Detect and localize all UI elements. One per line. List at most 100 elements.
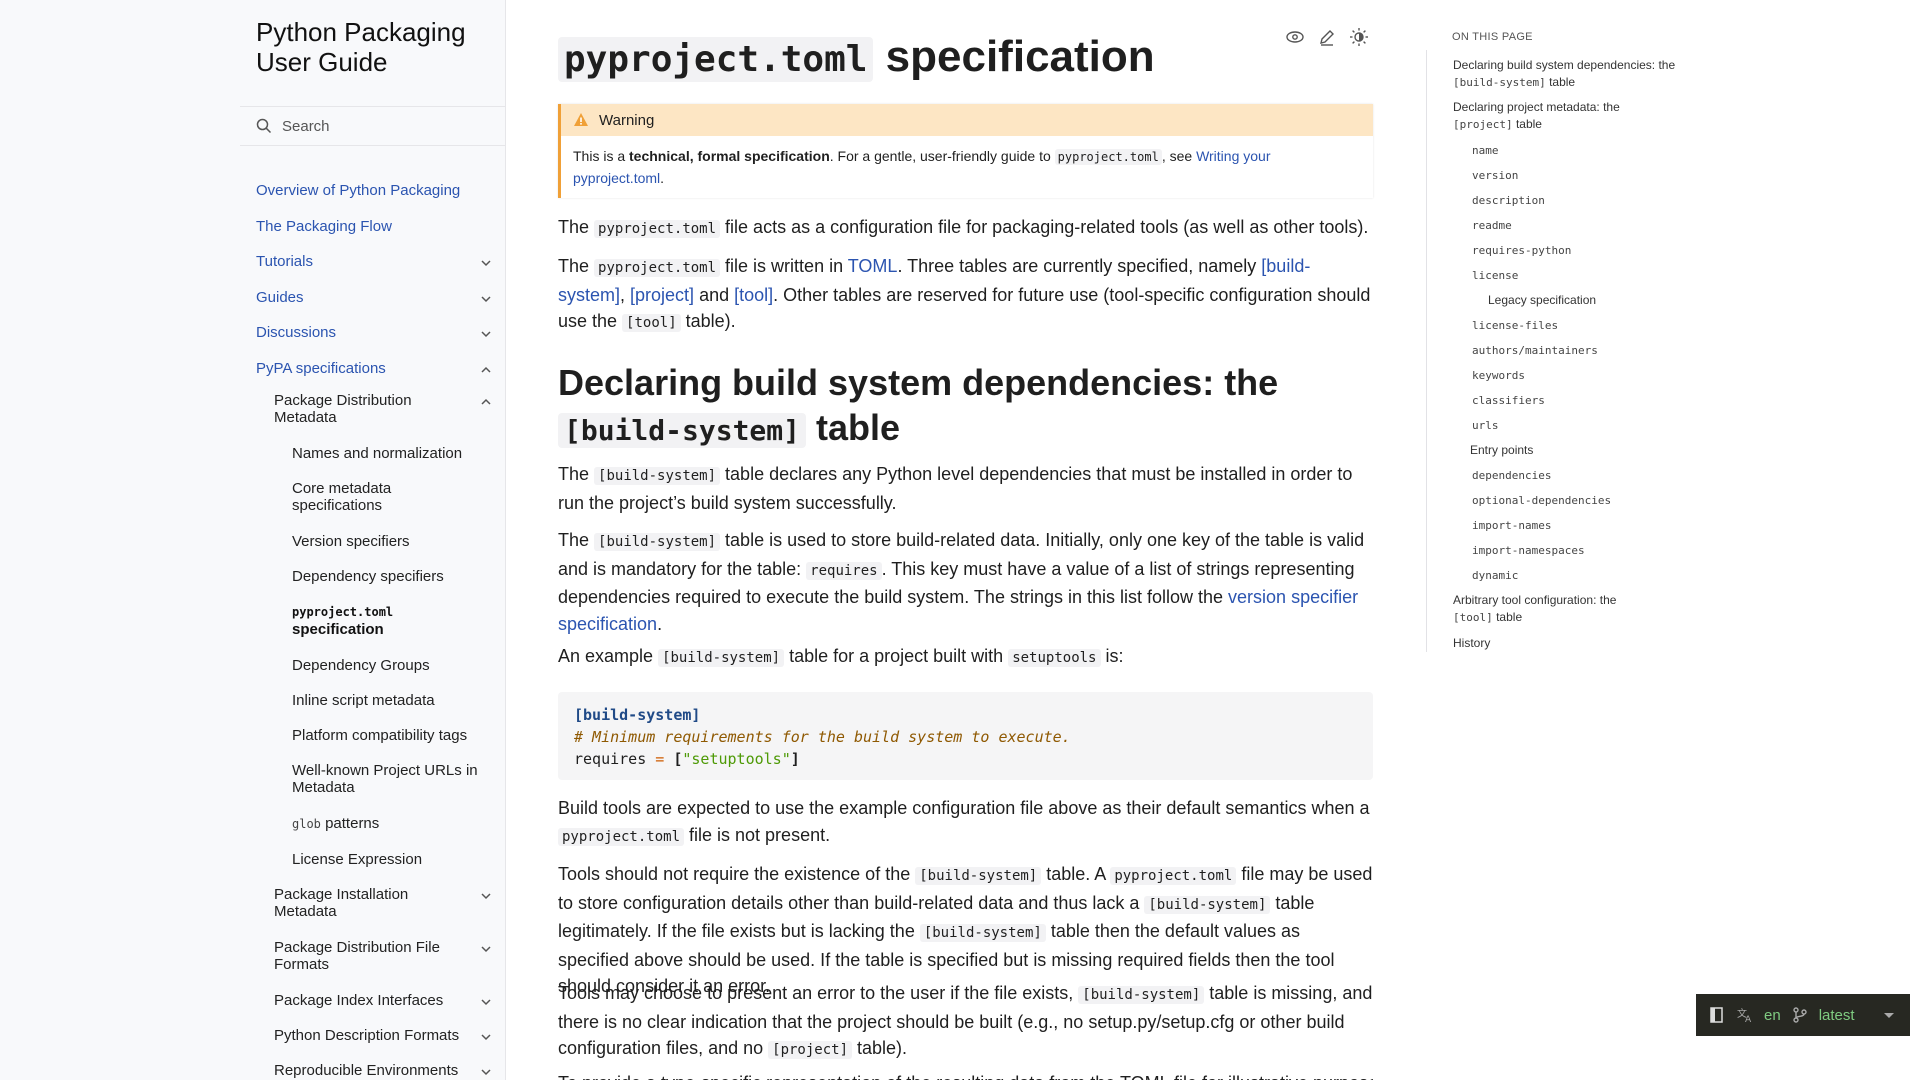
search-placeholder: Search [282, 117, 330, 135]
sidebar-item-version-specifiers[interactable]: Version specifiers [292, 533, 410, 550]
sidebar-item-names-normalization[interactable]: Names and normalization [292, 445, 482, 462]
caret-down-icon[interactable] [1880, 1006, 1898, 1024]
paragraph: To provide a type-specific representatio… [558, 1070, 1373, 1080]
sidebar-item-dependency-groups[interactable]: Dependency Groups [292, 657, 430, 674]
toc-item-import-namespaces[interactable]: import-namespaces [1472, 542, 1702, 559]
toc-item-dependencies[interactable]: dependencies [1472, 467, 1702, 484]
tool-link[interactable]: [tool] [734, 285, 773, 305]
chevron-down-icon[interactable] [480, 996, 492, 1008]
chevron-up-icon[interactable] [480, 364, 492, 376]
toc-item-optional-dependencies[interactable]: optional-dependencies [1472, 492, 1702, 509]
sidebar-item-pypa-specifications[interactable]: PyPA specifications [256, 360, 386, 377]
toc-code: [build-system] [1453, 76, 1546, 89]
toc-item-entry-points[interactable]: Entry points [1470, 442, 1700, 459]
code-operator: = [655, 750, 665, 768]
sidebar-item-project-urls[interactable]: Well-known Project URLs in Metadata [292, 762, 492, 796]
search-input[interactable]: Search [240, 106, 505, 146]
inline-code: [build-system] [1144, 895, 1271, 914]
project-link[interactable]: [project] [630, 285, 694, 305]
sidebar-item-distribution-file-formats[interactable]: Package Distribution File Formats [274, 939, 454, 973]
sidebar-item-license-expression[interactable]: License Expression [292, 851, 422, 868]
toc-item-legacy-specification[interactable]: Legacy specification [1488, 292, 1718, 309]
toc-item-version[interactable]: version [1472, 167, 1702, 184]
sidebar-item-package-index-interfaces[interactable]: Package Index Interfaces [274, 992, 443, 1009]
chevron-down-icon[interactable] [480, 943, 492, 955]
page-title-text: specification [885, 32, 1155, 81]
toc-item-name[interactable]: name [1472, 142, 1702, 159]
toc-code: version [1472, 169, 1519, 182]
text: , [620, 284, 631, 305]
section-heading-code: [build-system] [558, 413, 807, 448]
warning-title: Warning [599, 111, 655, 129]
paragraph: The [build-system] table is used to stor… [558, 527, 1373, 637]
edit-icon[interactable] [1316, 26, 1338, 48]
version-flyout[interactable]: 文A en latest [1696, 994, 1910, 1036]
sidebar-item-label: The Packaging Flow [256, 218, 392, 235]
toc-item-urls[interactable]: urls [1472, 417, 1702, 434]
sidebar-item-label: Guides [256, 289, 304, 306]
language-label[interactable]: en [1764, 1007, 1781, 1024]
version-label[interactable]: latest [1819, 1007, 1855, 1024]
theme-toggle-icon[interactable] [1348, 26, 1370, 48]
chevron-down-icon[interactable] [480, 890, 492, 902]
toc-item-dynamic[interactable]: dynamic [1472, 567, 1702, 584]
code-bracket: ] [790, 750, 800, 768]
sidebar-item-package-distribution-metadata[interactable]: Package Distribution Metadata [274, 392, 454, 426]
inline-code: [build-system] [658, 649, 785, 667]
toc-item-build-system[interactable]: Declaring build system dependencies: the… [1453, 57, 1683, 91]
toc-item-requires-python[interactable]: requires-python [1472, 242, 1702, 259]
sidebar-item-glob-patterns[interactable]: glob patterns [292, 815, 379, 833]
sidebar-item-label: Platform compatibility tags [292, 727, 468, 744]
chevron-down-icon[interactable] [480, 1066, 492, 1078]
sidebar-item-reproducible-environments[interactable]: Reproducible Environments [274, 1062, 458, 1079]
chevron-down-icon[interactable] [480, 293, 492, 305]
text: is: [1100, 646, 1124, 666]
sidebar-item-discussions[interactable]: Discussions [256, 324, 336, 341]
chevron-down-icon[interactable] [480, 328, 492, 340]
sidebar-item-dependency-specifiers[interactable]: Dependency specifiers [292, 568, 444, 585]
toc-code: classifiers [1472, 394, 1545, 407]
site-title[interactable]: Python Packaging User Guide [256, 17, 496, 77]
text: table for a project built with [784, 646, 1009, 666]
warning-text: , see [1161, 148, 1197, 164]
toc-item-license[interactable]: license [1472, 267, 1702, 284]
toc-item-description[interactable]: description [1472, 192, 1702, 209]
sidebar-item-tutorials[interactable]: Tutorials [256, 253, 313, 270]
toc-item-license-files[interactable]: license-files [1472, 317, 1702, 334]
chevron-down-icon[interactable] [480, 257, 492, 269]
sidebar-item-guides[interactable]: Guides [256, 289, 304, 306]
toc-text: Arbitrary tool configuration: the [1453, 593, 1617, 607]
sidebar-item-package-installation-metadata[interactable]: Package Installation Metadata [274, 886, 454, 920]
sidebar-item-core-metadata[interactable]: Core metadata specifications [292, 480, 422, 514]
sidebar-item-label: Tutorials [256, 253, 313, 270]
sidebar-item-pyproject-current[interactable]: pyproject.toml specification [292, 604, 393, 638]
inline-code: pyproject.toml [1054, 149, 1162, 165]
sidebar-item-platform-tags[interactable]: Platform compatibility tags [292, 727, 467, 744]
view-source-icon[interactable] [1284, 26, 1306, 48]
toc-text: Declaring build system dependencies: the [1453, 58, 1676, 72]
toc-item-authors-maintainers[interactable]: authors/maintainers [1472, 342, 1702, 359]
toc-item-history[interactable]: History [1453, 635, 1683, 652]
toc-item-project[interactable]: Declaring project metadata: the [project… [1453, 99, 1653, 133]
sidebar-item-overview[interactable]: Overview of Python Packaging [256, 182, 460, 199]
warning-admonition: Warning This is a technical, formal spec… [558, 104, 1373, 198]
chevron-down-icon[interactable] [480, 1031, 492, 1043]
toc-divider [1426, 50, 1427, 652]
chevron-up-icon[interactable] [480, 396, 492, 408]
code-block[interactable]: [build-system] # Minimum requirements fo… [558, 692, 1373, 780]
toc-item-keywords[interactable]: keywords [1472, 367, 1702, 384]
sidebar-item-label: Package Index Interfaces [274, 992, 444, 1009]
paragraph: Tools should not require the existence o… [558, 861, 1373, 1000]
toc-text: Legacy specification [1488, 293, 1597, 307]
toc-item-tool[interactable]: Arbitrary tool configuration: the [tool]… [1453, 592, 1653, 626]
sidebar-item-python-description-formats[interactable]: Python Description Formats [274, 1027, 459, 1044]
sidebar-item-packaging-flow[interactable]: The Packaging Flow [256, 218, 392, 235]
toc-item-import-names[interactable]: import-names [1472, 517, 1702, 534]
warning-bold: technical, formal specification [629, 148, 830, 164]
toc-item-classifiers[interactable]: classifiers [1472, 392, 1702, 409]
toc-item-readme[interactable]: readme [1472, 217, 1702, 234]
toml-link[interactable]: TOML [848, 256, 898, 276]
inline-code: pyproject.toml [594, 259, 721, 277]
paragraph: The pyproject.toml file is written in TO… [558, 253, 1373, 337]
sidebar-item-inline-script-metadata[interactable]: Inline script metadata [292, 692, 435, 709]
